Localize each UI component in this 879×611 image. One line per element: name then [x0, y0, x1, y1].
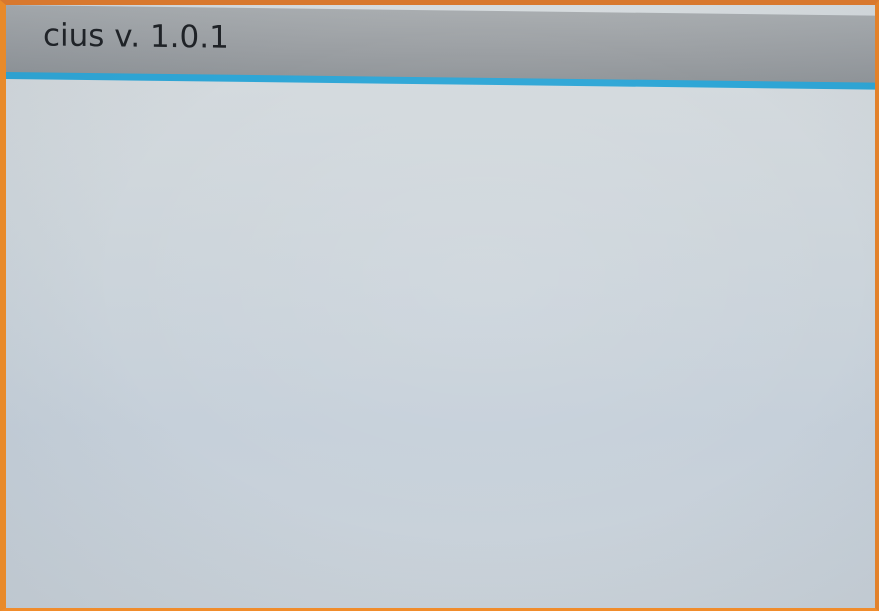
app-title: cius v. 1.0.1 [43, 17, 229, 56]
device-bezel: cius v. 1.0.1 [0, 0, 879, 611]
screen: cius v. 1.0.1 [6, 5, 875, 608]
main-content-area [6, 85, 875, 608]
